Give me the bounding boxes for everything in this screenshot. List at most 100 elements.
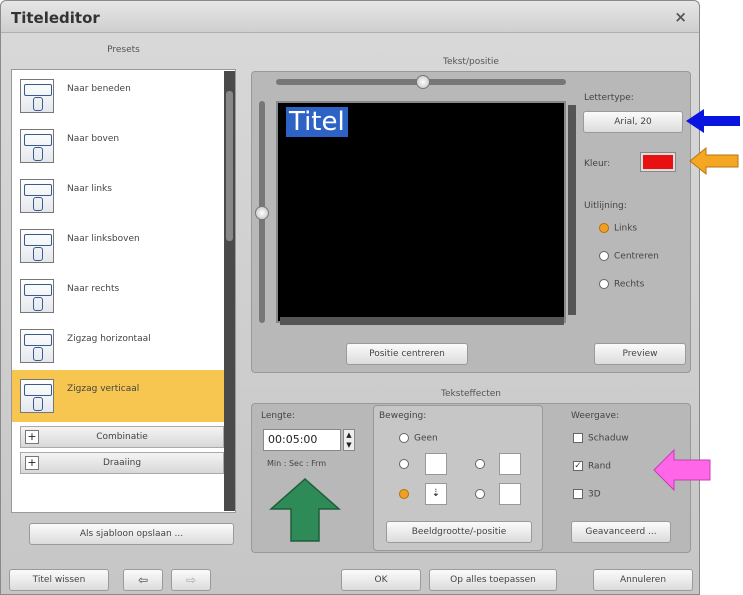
ok-button[interactable]: OK xyxy=(341,569,421,591)
checkbox-checked-icon[interactable]: ✓ xyxy=(573,461,583,471)
preset-item[interactable]: Naar linksboven xyxy=(12,220,224,270)
save-as-template-button[interactable]: Als sjabloon opslaan ... xyxy=(29,523,234,545)
image-size-position-button[interactable]: Beeldgrootte/-positie xyxy=(386,521,532,543)
apply-all-button[interactable]: Op alles toepassen xyxy=(429,569,557,591)
preview-horizontal-scrollbar[interactable] xyxy=(280,317,564,325)
radio-selected-icon[interactable] xyxy=(399,489,409,499)
preview-title-text[interactable]: Titel xyxy=(286,107,348,137)
movement-none-option[interactable]: Geen xyxy=(399,433,438,444)
align-right-label: Rechts xyxy=(614,279,645,290)
undo-arrow-icon[interactable]: ⇦ xyxy=(123,569,163,591)
alignment-label: Uitlijning: xyxy=(584,201,627,211)
preset-thumbnail-icon xyxy=(20,79,54,113)
radio-icon[interactable] xyxy=(599,251,609,261)
shadow-label: Schaduw xyxy=(588,433,629,444)
preset-label: Zigzag verticaal xyxy=(67,384,140,394)
presets-header: Presets xyxy=(107,45,140,55)
preview-vertical-scrollbar[interactable] xyxy=(568,105,576,315)
radio-icon[interactable] xyxy=(475,459,485,469)
preset-label: Naar beneden xyxy=(67,84,131,94)
align-center-option[interactable]: Centreren xyxy=(599,251,659,262)
group-label: Combinatie xyxy=(96,432,148,442)
preset-group-combinatie[interactable]: + Combinatie xyxy=(20,426,224,448)
preset-thumbnail-icon xyxy=(20,179,54,213)
radio-selected-icon[interactable] xyxy=(599,223,609,233)
preset-thumbnail-icon xyxy=(20,379,54,413)
length-spinner[interactable]: ▲ ▼ xyxy=(343,429,355,451)
3d-option[interactable]: 3D xyxy=(573,489,601,500)
preset-label: Naar linksboven xyxy=(67,234,140,244)
group-label: Draaiing xyxy=(102,458,142,468)
preview-button[interactable]: Preview xyxy=(594,343,686,365)
font-select-button[interactable]: Arial, 20 xyxy=(583,111,683,133)
text-effects-header: Teksteffecten xyxy=(441,389,501,399)
preset-item[interactable]: Naar beneden xyxy=(12,70,224,120)
advanced-button[interactable]: Geavanceerd ... xyxy=(571,521,671,543)
preset-thumbnail-icon xyxy=(20,329,54,363)
preset-label: Naar rechts xyxy=(67,284,120,294)
orange-arrow-icon xyxy=(688,146,740,179)
preset-thumbnail-icon xyxy=(20,279,54,313)
text-position-header: Tekst/positie xyxy=(443,57,499,67)
window-title: Titeleditor xyxy=(11,9,100,27)
movement-preview-2[interactable] xyxy=(499,453,521,475)
scrollbar-thumb[interactable] xyxy=(226,91,233,241)
display-label: Weergave: xyxy=(571,411,620,421)
movement-none-label: Geen xyxy=(414,433,438,444)
color-swatch[interactable] xyxy=(640,152,676,172)
presets-list[interactable]: Naar beneden Naar boven Naar links Naar … xyxy=(11,69,236,513)
preset-item[interactable]: Zigzag horizontaal xyxy=(12,320,224,370)
radio-icon[interactable] xyxy=(599,279,609,289)
movement-preview-3[interactable]: ⇣ xyxy=(425,483,447,505)
horizontal-slider-knob[interactable] xyxy=(416,75,430,89)
green-up-arrow-icon xyxy=(269,477,341,546)
movement-option-1[interactable] xyxy=(399,459,414,470)
checkbox-icon[interactable] xyxy=(573,489,583,499)
font-label: Lettertype: xyxy=(584,93,634,103)
radio-icon[interactable] xyxy=(475,489,485,499)
color-label: Kleur: xyxy=(584,159,611,169)
preset-group-draaiing[interactable]: + Draaiing xyxy=(20,452,224,474)
magenta-arrow-icon xyxy=(652,448,712,495)
vertical-slider-knob[interactable] xyxy=(255,206,269,220)
align-left-label: Links xyxy=(614,223,638,234)
movement-preview-1[interactable] xyxy=(425,453,447,475)
preset-label: Naar links xyxy=(67,184,112,194)
movement-label: Beweging: xyxy=(379,411,427,421)
length-format-hint: Min : Sec : Frm xyxy=(267,459,327,468)
cancel-button[interactable]: Annuleren xyxy=(593,569,693,591)
preset-item[interactable]: Naar boven xyxy=(12,120,224,170)
title-bar: Titeleditor × xyxy=(1,1,699,33)
blue-arrow-icon xyxy=(684,107,742,138)
align-right-option[interactable]: Rechts xyxy=(599,279,644,290)
close-icon[interactable]: × xyxy=(674,8,687,26)
border-label: Rand xyxy=(588,461,611,472)
center-position-button[interactable]: Positie centreren xyxy=(346,343,468,365)
movement-preview-4[interactable] xyxy=(499,483,521,505)
align-center-label: Centreren xyxy=(614,251,659,262)
3d-label: 3D xyxy=(588,489,601,500)
align-left-option[interactable]: Links xyxy=(599,223,637,234)
shadow-option[interactable]: Schaduw xyxy=(573,433,629,444)
length-label: Lengte: xyxy=(261,411,295,421)
redo-arrow-icon[interactable]: ⇨ xyxy=(171,569,211,591)
radio-icon[interactable] xyxy=(399,459,409,469)
preset-thumbnail-icon xyxy=(20,129,54,163)
movement-option-3[interactable] xyxy=(399,489,414,500)
border-option[interactable]: ✓ Rand xyxy=(573,461,611,472)
movement-option-4[interactable] xyxy=(475,489,490,500)
title-editor-window: Titeleditor × Presets Naar beneden Naar … xyxy=(0,0,700,595)
preset-item[interactable]: Naar rechts xyxy=(12,270,224,320)
clear-title-button[interactable]: Titel wissen xyxy=(9,569,109,591)
preset-label: Naar boven xyxy=(67,134,120,144)
preset-label: Zigzag horizontaal xyxy=(67,334,151,344)
preset-thumbnail-icon xyxy=(20,229,54,263)
length-input[interactable]: 00:05:00 xyxy=(263,429,341,451)
checkbox-icon[interactable] xyxy=(573,433,583,443)
radio-icon[interactable] xyxy=(399,433,409,443)
preset-item[interactable]: Naar links xyxy=(12,170,224,220)
preset-item-selected[interactable]: Zigzag verticaal xyxy=(12,370,224,422)
presets-scrollbar[interactable] xyxy=(224,71,235,511)
movement-option-2[interactable] xyxy=(475,459,490,470)
title-preview-area[interactable]: Titel xyxy=(276,101,566,323)
